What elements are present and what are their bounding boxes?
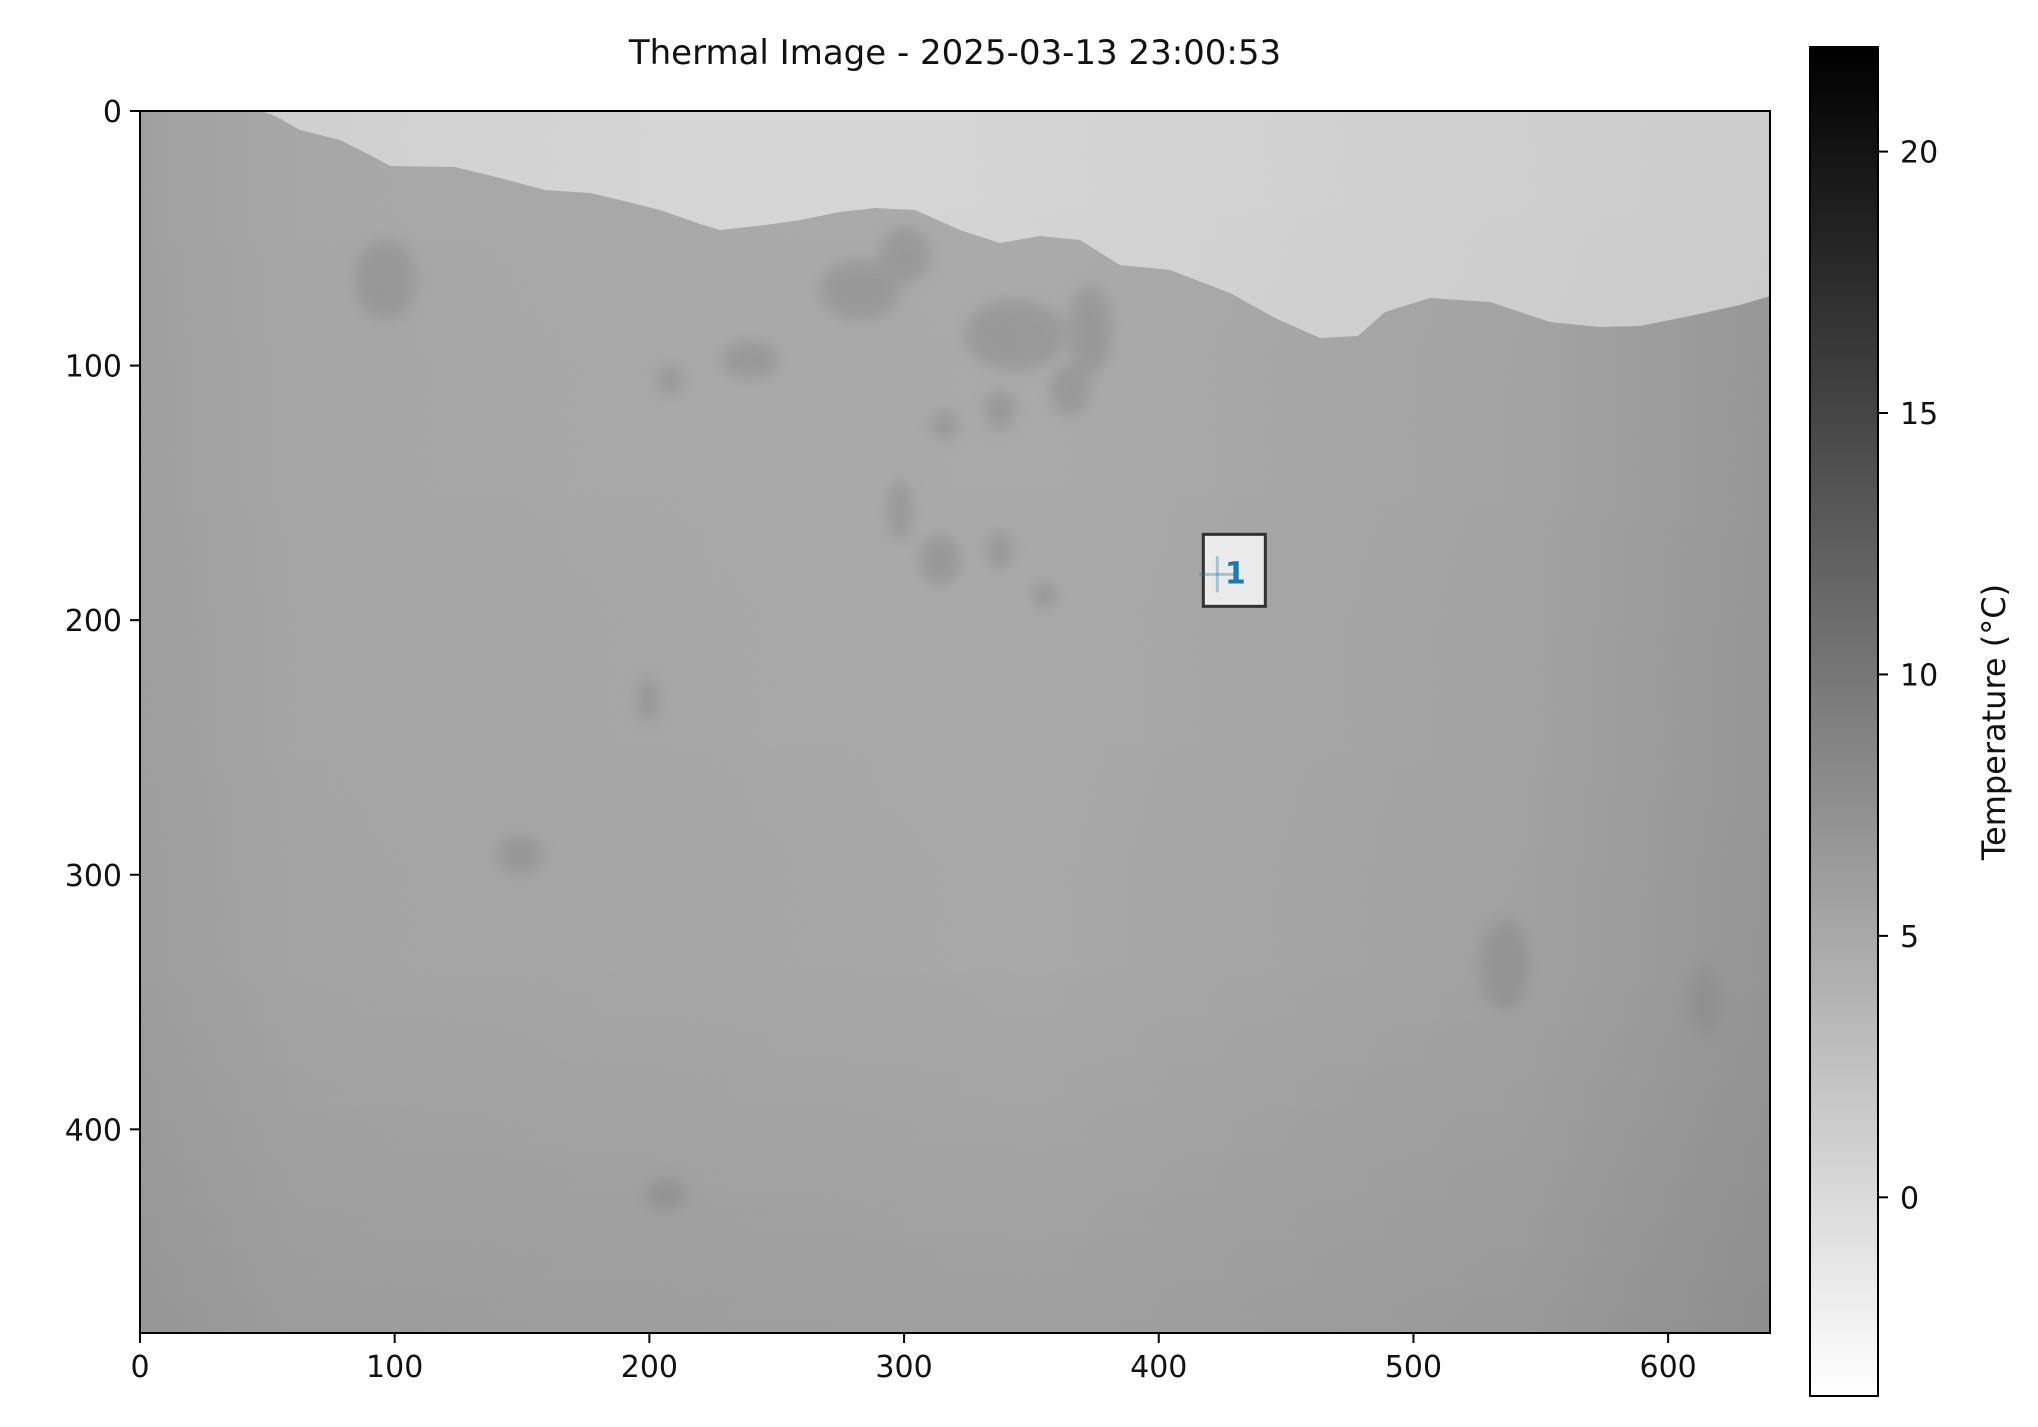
colorbar — [1809, 46, 1879, 1397]
y-tick-label: 300 — [65, 859, 122, 894]
colorbar-ticks: 0 5 10 15 20 — [1878, 136, 1938, 1216]
thermal-image — [140, 111, 1770, 1333]
x-tick-label: 0 — [130, 1350, 149, 1385]
y-tick-label: 0 — [103, 95, 122, 130]
x-tick-label: 200 — [621, 1350, 678, 1385]
colorbar-tick-label: 20 — [1900, 136, 1938, 171]
y-tick-label: 200 — [65, 604, 122, 639]
y-axis-ticks: 0 100 200 300 400 — [65, 95, 140, 1148]
y-tick-label: 100 — [65, 350, 122, 385]
chart-title: Thermal Image - 2025-03-13 23:00:53 — [628, 33, 1281, 73]
thermal-figure: Thermal Image - 2025-03-13 23:00:53 1 0 … — [65, 33, 2013, 1397]
x-tick-label: 400 — [1130, 1350, 1187, 1385]
x-tick-label: 600 — [1639, 1350, 1696, 1385]
colorbar-tick-label: 5 — [1900, 920, 1919, 955]
colorbar-tick-label: 15 — [1900, 397, 1938, 432]
marker-layer: 1 — [1199, 532, 1267, 608]
x-tick-label: 100 — [366, 1350, 423, 1385]
y-tick-label: 400 — [65, 1113, 122, 1148]
x-tick-label: 500 — [1385, 1350, 1442, 1385]
colorbar-tick-label: 10 — [1900, 658, 1938, 693]
marker-label: 1 — [1225, 556, 1246, 591]
x-axis-ticks: 0 100 200 300 400 500 600 — [130, 1333, 1697, 1385]
colorbar-label: Temperature (°C) — [1975, 584, 2013, 861]
x-tick-label: 300 — [875, 1350, 932, 1385]
colorbar-tick-label: 0 — [1900, 1181, 1919, 1216]
